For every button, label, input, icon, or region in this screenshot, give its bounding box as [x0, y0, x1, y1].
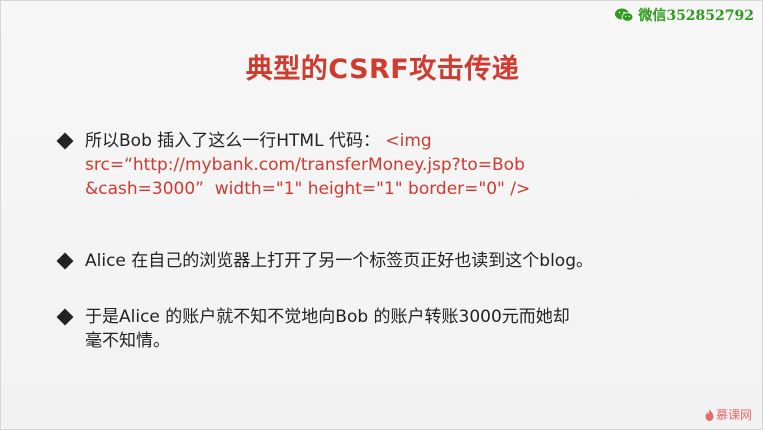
imooc-logo: 慕课网	[705, 406, 752, 423]
bullet-line: 毫不知情。	[85, 331, 170, 351]
wechat-watermark: 微信352852792	[614, 5, 754, 25]
logo-text: 慕课网	[715, 408, 752, 422]
bullet-line: 于是Alice 的账户就不知不觉地向Bob 的账户转账3000元而她却	[85, 307, 570, 327]
bullet-text: 所以Bob 插入了这么一行HTML 代码： <img src=“http://m…	[85, 129, 530, 201]
code-fragment: src=“http://mybank.com/transferMoney.jsp…	[85, 155, 525, 175]
bullet-prefix: 所以Bob 插入了这么一行HTML 代码：	[85, 131, 380, 151]
slide-title: 典型的CSRF攻击传递	[245, 54, 520, 85]
slide: 微信352852792 典型的CSRF攻击传递 所以Bob 插入了这么一行HTM…	[0, 0, 763, 430]
bullet-text: 于是Alice 的账户就不知不觉地向Bob 的账户转账3000元而她却 毫不知情…	[85, 305, 570, 353]
diamond-bullet-icon	[56, 308, 74, 326]
diamond-bullet-icon	[56, 252, 74, 270]
watermark-text: 微信352852792	[638, 8, 754, 24]
bullet-item: 于是Alice 的账户就不知不觉地向Bob 的账户转账3000元而她却 毫不知情…	[56, 305, 699, 353]
code-fragment: <img	[385, 131, 432, 151]
bullet-item: 所以Bob 插入了这么一行HTML 代码： <img src=“http://m…	[56, 129, 709, 201]
code-fragment: &cash=3000” width="1" height="1" border=…	[85, 179, 531, 199]
bullet-item: Alice 在自己的浏览器上打开了另一个标签页正好也读到这个blog。	[56, 249, 739, 273]
wechat-icon	[615, 8, 634, 22]
flame-icon	[705, 408, 714, 421]
bullet-text: Alice 在自己的浏览器上打开了另一个标签页正好也读到这个blog。	[85, 251, 593, 271]
diamond-bullet-icon	[56, 132, 74, 150]
